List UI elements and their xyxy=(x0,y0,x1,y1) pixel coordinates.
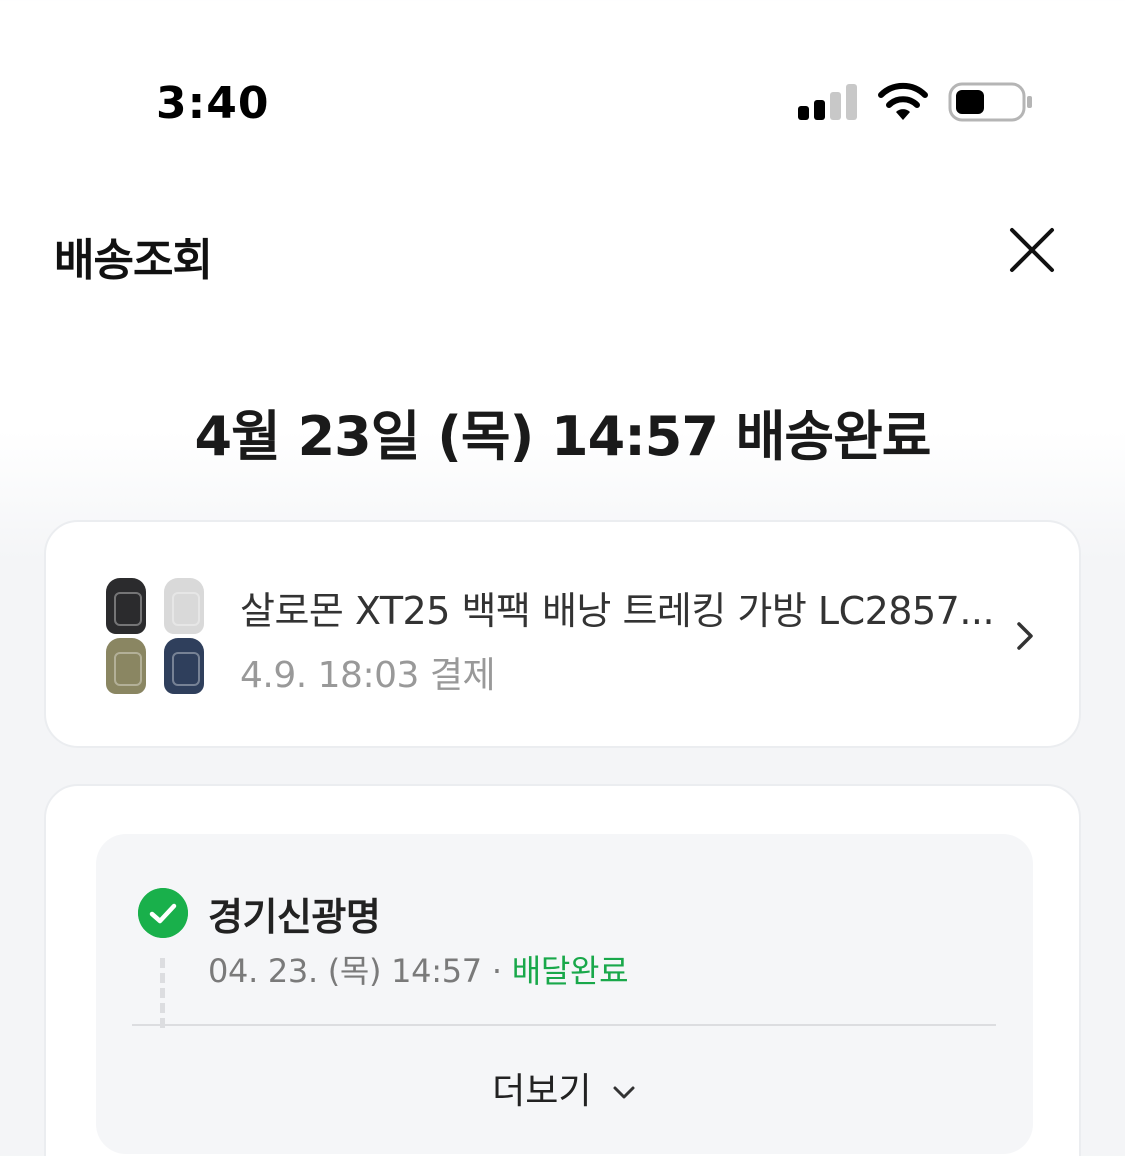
chevron-down-icon xyxy=(613,1086,635,1099)
product-card[interactable]: 살로몬 XT25 백팩 배낭 트레킹 가방 LC2857... 4.9. 18:… xyxy=(44,520,1081,748)
tracking-event-info: 04. 23. (목) 14:57 · 배달완료 xyxy=(208,946,629,992)
product-name: 살로몬 XT25 백팩 배낭 트레킹 가방 LC2857... xyxy=(240,589,995,633)
status-time: 3:40 xyxy=(156,78,270,129)
tracking-location: 경기신광명 xyxy=(208,895,381,939)
wifi-icon xyxy=(878,82,928,120)
close-button[interactable] xyxy=(1004,222,1060,278)
chevron-right-icon xyxy=(1017,622,1033,650)
tracking-timeline: 경기신광명 04. 23. (목) 14:57 · 배달완료 더보기 xyxy=(96,834,1033,1154)
cellular-signal-icon xyxy=(798,84,858,120)
delivery-status-headline: 4월 23일 (목) 14:57 배송완료 xyxy=(194,405,932,468)
backpack-white-image xyxy=(164,578,204,634)
tracking-status: 배달완료 xyxy=(511,952,629,990)
timeline-connector xyxy=(160,958,166,1028)
backpack-olive-image xyxy=(106,638,146,694)
more-button[interactable]: 더보기 xyxy=(96,1062,1033,1114)
battery-icon xyxy=(948,82,1032,122)
more-button-label: 더보기 xyxy=(492,1071,592,1112)
check-circle-icon xyxy=(138,888,188,938)
tracking-card: 경기신광명 04. 23. (목) 14:57 · 배달완료 더보기 xyxy=(44,784,1081,1156)
payment-date: 4.9. 18:03 결제 xyxy=(240,655,496,696)
divider xyxy=(132,1024,996,1026)
product-thumbnail xyxy=(104,576,206,696)
status-bar: 3:40 xyxy=(0,0,1125,150)
backpack-navy-image xyxy=(164,638,204,694)
backpack-black-image xyxy=(106,578,146,634)
tracking-datetime: 04. 23. (목) 14:57 xyxy=(208,952,482,990)
page-title: 배송조회 xyxy=(54,235,213,286)
separator-dot: · xyxy=(491,952,502,990)
close-icon xyxy=(1010,228,1054,272)
